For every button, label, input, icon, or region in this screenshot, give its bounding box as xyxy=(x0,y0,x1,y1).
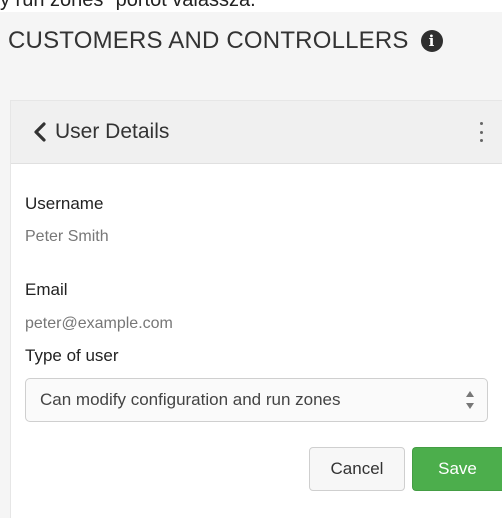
username-label: Username xyxy=(25,194,104,213)
select-arrows-icon xyxy=(465,391,475,409)
section-title-text: CUSTOMERS AND CONTROLLERS xyxy=(8,27,409,54)
email-label: Email xyxy=(25,280,68,299)
cancel-button[interactable]: Cancel xyxy=(309,447,405,491)
panel-header: User Details xyxy=(11,100,502,164)
kebab-menu-icon[interactable] xyxy=(477,122,485,142)
type-of-user-label: Type of user xyxy=(25,346,119,365)
save-button[interactable]: Save xyxy=(412,447,502,491)
type-of-user-select[interactable]: Can modify configuration and run zones xyxy=(25,378,488,422)
panel-title[interactable]: User Details xyxy=(55,120,169,144)
document-fragment-text: y run zones” portot válassza. xyxy=(0,0,502,12)
chevron-left-icon[interactable] xyxy=(31,120,49,144)
type-of-user-selected-value: Can modify configuration and run zones xyxy=(40,390,341,409)
email-value: peter@example.com xyxy=(25,315,173,332)
username-value: Peter Smith xyxy=(25,228,109,245)
info-icon[interactable]: i xyxy=(420,30,443,52)
section-title: CUSTOMERS AND CONTROLLERS i xyxy=(8,24,443,58)
